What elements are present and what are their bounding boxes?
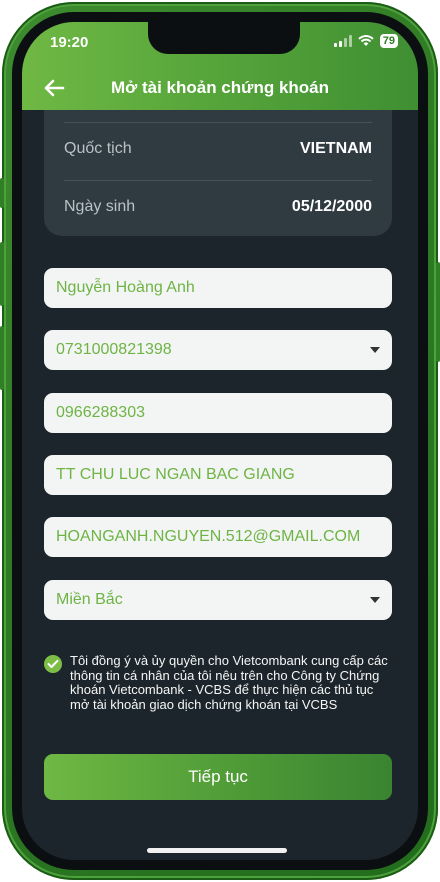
phone-value: 0966288303 — [56, 404, 145, 421]
full-name-value: Nguyễn Hoàng Anh — [56, 279, 195, 296]
email-value: HOANGANH.NGUYEN.512@GMAIL.COM — [56, 528, 361, 545]
info-row-nationality: Quốc tịch VIETNAM — [64, 140, 372, 158]
divider — [64, 122, 372, 123]
page-title: Mở tài khoản chứng khoán — [110, 78, 330, 97]
header-bar: 19:20 79 Mở tài khoản chứng khoán — [22, 22, 418, 110]
notch — [148, 22, 300, 54]
email-field[interactable]: HOANGANH.NGUYEN.512@GMAIL.COM — [44, 517, 392, 557]
action-button — [0, 178, 4, 208]
address-value: TT CHU LUC NGAN BAC GIANG — [56, 466, 295, 483]
region-value: Miền Bắc — [56, 591, 123, 608]
full-name-field[interactable]: Nguyễn Hoàng Anh — [44, 268, 392, 308]
volume-down-button — [0, 326, 4, 390]
volume-up-button — [0, 242, 4, 306]
region-select[interactable]: Miền Bắc — [44, 580, 392, 620]
divider — [64, 180, 372, 181]
phone-field[interactable]: 0966288303 — [44, 393, 392, 433]
consent-checkbox-row[interactable]: Tôi đồng ý và ủy quyền cho Vietcombank c… — [44, 653, 392, 712]
status-time: 19:20 — [50, 34, 89, 51]
continue-button[interactable]: Tiếp tục — [44, 754, 392, 800]
id-number-select[interactable]: 0731000821398 — [44, 330, 392, 370]
birthdate-value: 05/12/2000 — [291, 198, 372, 215]
id-number-value: 0731000821398 — [56, 341, 172, 358]
power-button — [436, 262, 440, 362]
info-row-birthdate: Ngày sinh 05/12/2000 — [64, 198, 372, 216]
consent-text: Tôi đồng ý và ủy quyền cho Vietcombank c… — [70, 653, 388, 712]
home-indicator[interactable] — [147, 848, 287, 853]
battery-icon: 79 — [379, 34, 398, 48]
app-screen: 19:20 79 Mở tài khoản chứng khoán Quốc t… — [22, 22, 418, 860]
status-icons: 79 — [333, 34, 398, 48]
check-circle-icon[interactable] — [44, 655, 62, 673]
signal-icon — [333, 35, 352, 47]
birthdate-label: Ngày sinh — [64, 198, 136, 215]
address-field[interactable]: TT CHU LUC NGAN BAC GIANG — [44, 455, 392, 495]
wifi-icon — [358, 35, 374, 47]
nationality-value: VIETNAM — [300, 140, 372, 157]
personal-info-card: Quốc tịch VIETNAM Ngày sinh 05/12/2000 — [44, 110, 392, 236]
nationality-label: Quốc tịch — [64, 140, 132, 157]
chevron-down-icon — [370, 597, 380, 603]
chevron-down-icon — [370, 347, 380, 353]
